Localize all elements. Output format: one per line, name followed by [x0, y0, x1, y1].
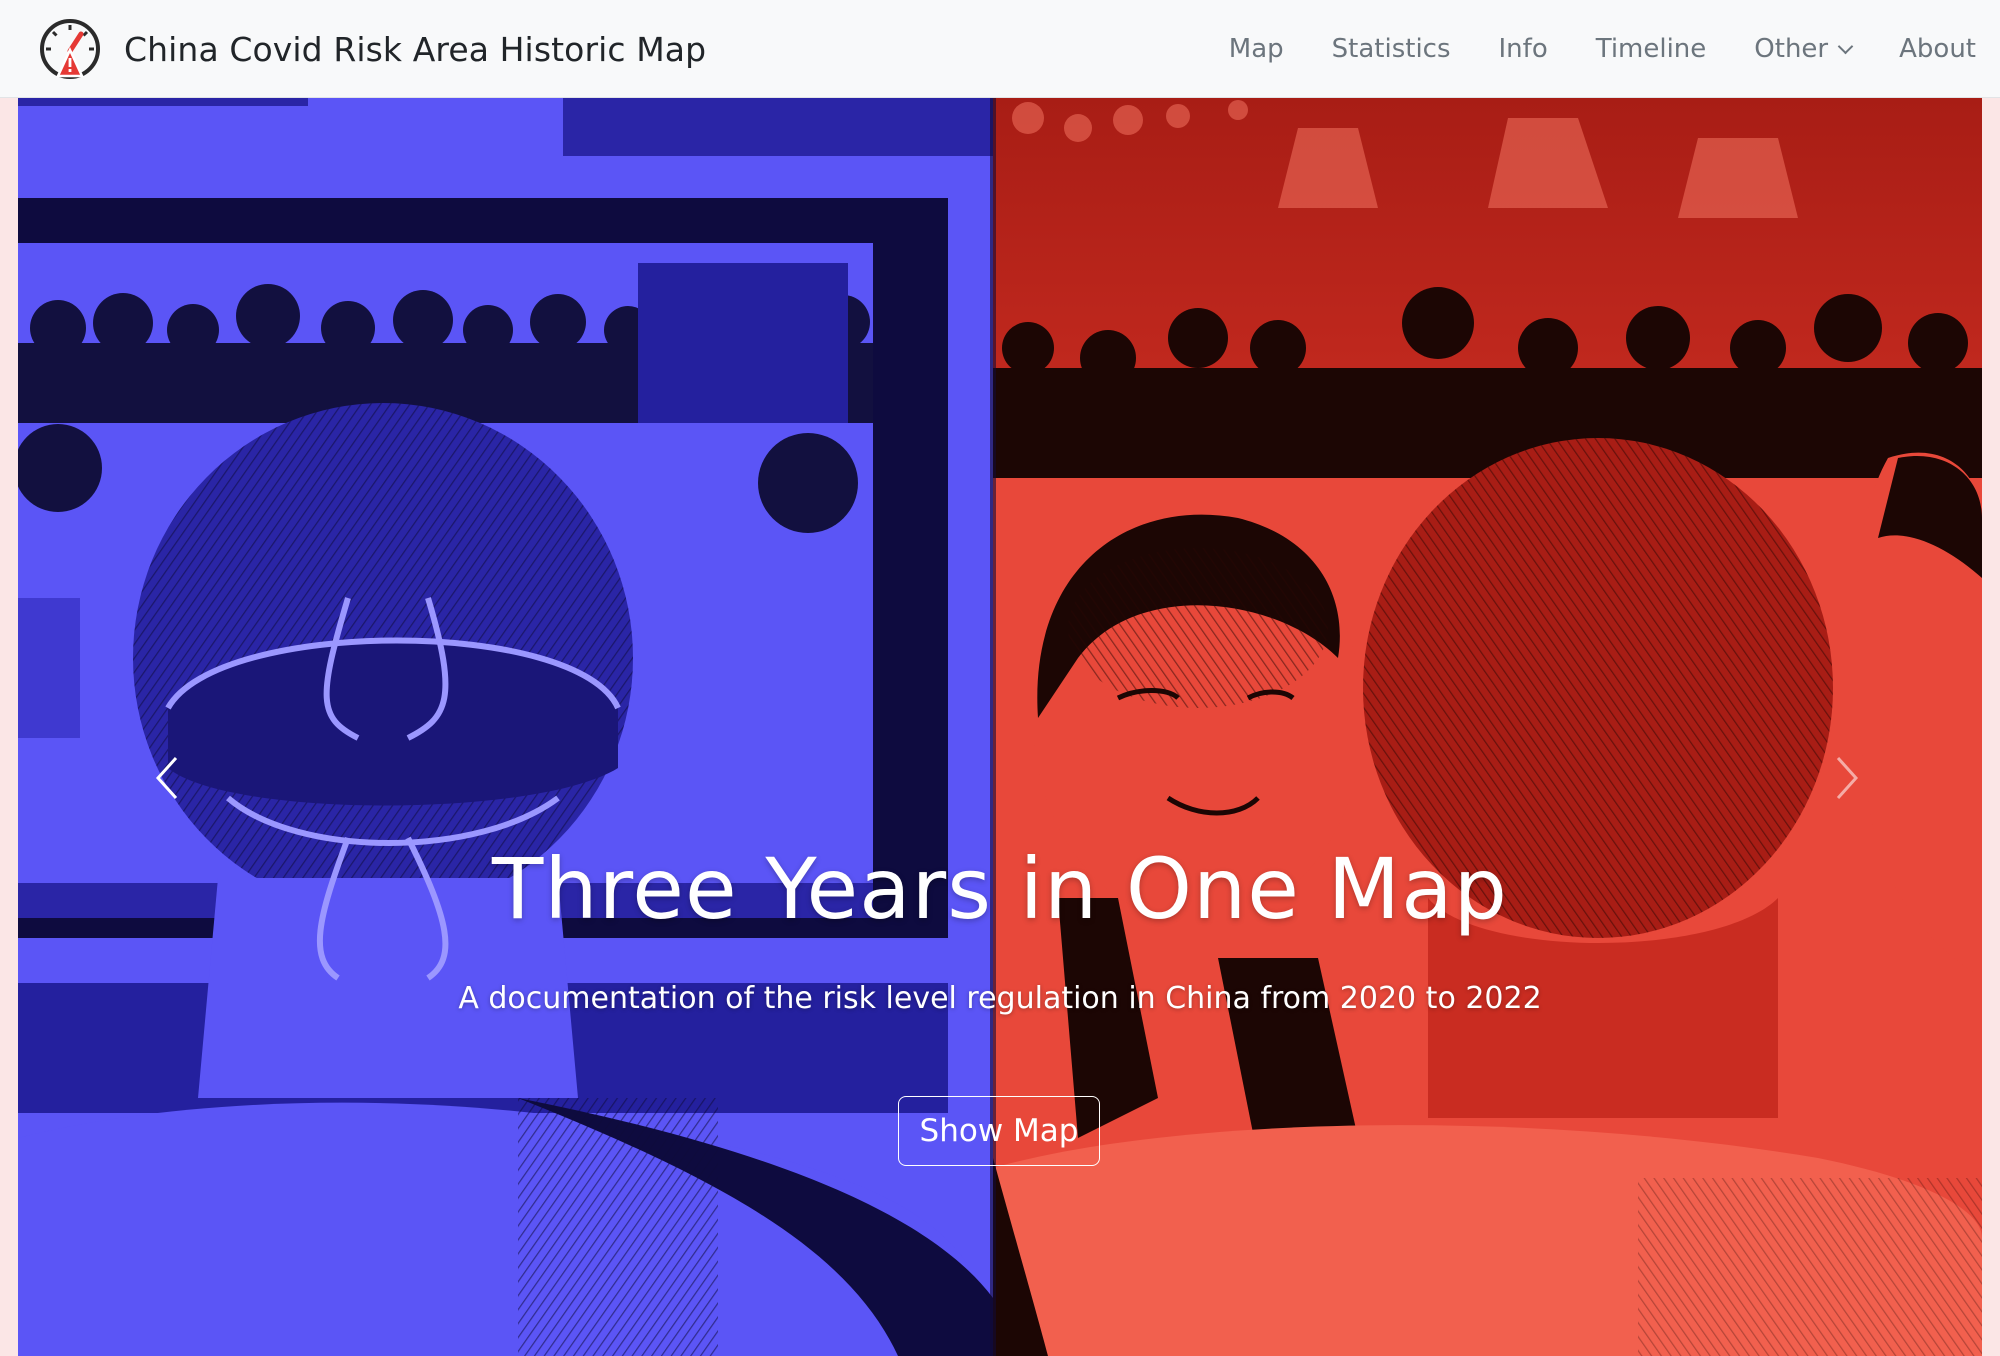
nav-link-statistics[interactable]: Statistics	[1308, 34, 1475, 64]
brand-title: China Covid Risk Area Historic Map	[124, 29, 707, 69]
chevron-left-icon	[155, 756, 178, 800]
hero-subtitle: A documentation of the risk level regula…	[458, 981, 1542, 1016]
nav-link-map[interactable]: Map	[1205, 34, 1308, 64]
carousel-prev-button[interactable]	[146, 738, 186, 818]
main-nav: Map Statistics Info Timeline Other About	[1205, 0, 1976, 98]
nav-link-info[interactable]: Info	[1475, 34, 1572, 64]
nav-link-label: Info	[1498, 34, 1548, 64]
nav-link-label: Other	[1754, 34, 1829, 64]
nav-link-label: Map	[1228, 34, 1284, 64]
nav-link-timeline[interactable]: Timeline	[1572, 34, 1731, 64]
carousel-next-button[interactable]	[1828, 738, 1868, 818]
top-navbar: China Covid Risk Area Historic Map Map S…	[0, 0, 2000, 98]
speedometer-warning-icon	[40, 19, 100, 79]
nav-link-label: About	[1899, 34, 1976, 64]
hero-illustration	[18, 98, 1982, 1356]
show-map-button[interactable]: Show Map	[898, 1096, 1100, 1166]
hero-title: Three Years in One Map	[492, 840, 1508, 938]
brand-link[interactable]: China Covid Risk Area Historic Map	[36, 16, 706, 82]
nav-link-about[interactable]: About	[1875, 34, 1976, 64]
nav-link-label: Timeline	[1595, 34, 1707, 64]
chevron-right-icon	[1836, 756, 1859, 800]
hero-carousel: Three Years in One Map A documentation o…	[18, 98, 1982, 1356]
nav-link-label: Statistics	[1331, 34, 1451, 64]
nav-dropdown-other[interactable]: Other	[1730, 34, 1875, 64]
chevron-down-icon	[1837, 38, 1854, 54]
